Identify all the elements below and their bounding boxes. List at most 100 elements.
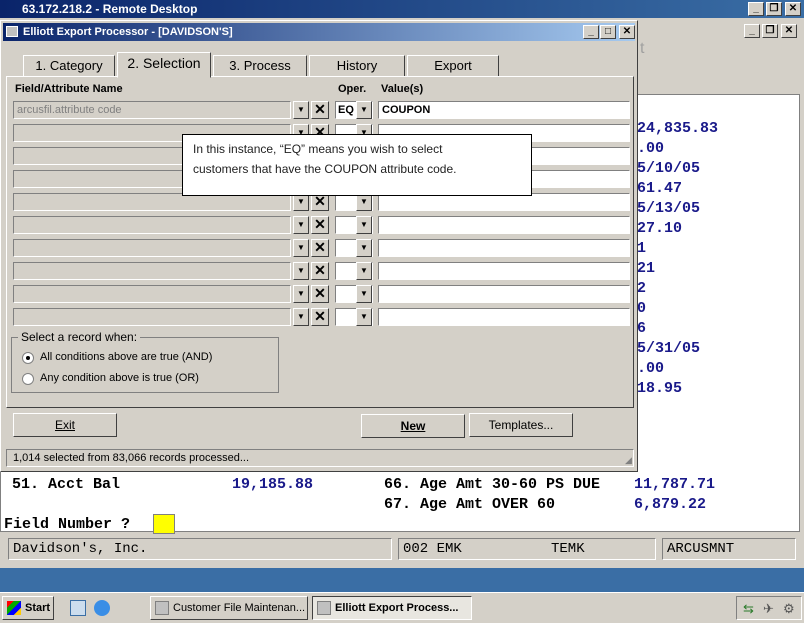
radio-or[interactable] [22,373,34,385]
field-name-input[interactable] [13,262,291,280]
col-values-header: Value(s) [381,83,424,95]
start-button[interactable]: Start [2,596,54,620]
security-icon[interactable]: ✈ [763,601,774,617]
rd-restore-button[interactable]: ❐ [766,2,782,16]
network-icon[interactable]: ⇆ [743,601,754,617]
operator-dropdown-icon[interactable]: ▼ [356,308,372,326]
new-button[interactable]: New [361,414,465,438]
operator-dropdown-icon[interactable]: ▼ [356,216,372,234]
task2-label: Elliott Export Process... [335,602,459,614]
terminal-value-line: 0 [637,300,647,317]
terminal-status-row: Davidson's, Inc. 002 EMK TEMK ARCUSMNT [0,536,804,562]
tab-export[interactable]: Export [407,55,499,77]
clear-row-icon[interactable]: ✕ [311,216,329,234]
remote-desktop-titlebar: 63.172.218.2 - Remote Desktop _ ❐ ✕ [0,0,804,18]
terminal-app-icon [155,601,169,615]
operator-value: EQ [338,104,354,116]
operator-select[interactable]: ▼ [335,285,373,303]
tab-process[interactable]: 3. Process [213,55,307,77]
value-input[interactable] [378,216,630,234]
resize-grip-icon[interactable]: ◢ [625,455,635,465]
dialog-maximize-button[interactable]: □ [600,25,616,39]
operator-dropdown-icon[interactable]: ▼ [356,101,372,119]
field-dropdown-button[interactable]: ▼ [293,216,309,234]
dialog-title: Elliott Export Processor - [DAVIDSON'S] [23,26,233,38]
terminal-value-line: 5/13/05 [637,200,701,217]
field-name-input[interactable] [13,239,291,257]
field-name-input[interactable] [13,216,291,234]
field-name-input[interactable]: arcusfil.attribute code [13,101,291,119]
tab-history[interactable]: History [309,55,405,77]
tab-category[interactable]: 1. Category [23,55,115,77]
value-input[interactable] [378,239,630,257]
rd-minimize-button[interactable]: _ [748,2,764,16]
operator-select[interactable]: ▼ [335,239,373,257]
dialog-close-button[interactable]: ✕ [619,25,635,39]
field-dropdown-button[interactable]: ▼ [293,285,309,303]
value-input[interactable] [378,262,630,280]
operator-dropdown-icon[interactable]: ▼ [356,239,372,257]
acct-bal-label: 51. Acct Bal [12,476,121,493]
terminal-value-line: 6 [637,320,647,337]
eq-explanation-callout: In this instance, “EQ” means you wish to… [182,134,532,196]
value-input[interactable] [378,285,630,303]
task-customer-file-maintenance[interactable]: Customer File Maintenan... [150,596,308,620]
field-name-input[interactable] [13,285,291,303]
status-user: TEMK [551,541,585,557]
operator-select[interactable]: ▼ [335,262,373,280]
field-name-input[interactable] [13,308,291,326]
operator-select[interactable]: EQ ▼ [335,101,373,119]
task-elliott-export-processor[interactable]: Elliott Export Process... [312,596,472,620]
term-restore-button[interactable]: ❐ [762,24,778,38]
value-input[interactable] [378,308,630,326]
acct-bal-value: 19,185.88 [232,476,314,493]
export-app-icon [317,601,331,615]
terminal-value-line: 27.10 [637,220,683,237]
windows-logo-icon [7,601,21,615]
field-dropdown-button[interactable]: ▼ [293,308,309,326]
clear-row-icon[interactable]: ✕ [311,101,329,119]
radio-and-label: All conditions above are true (AND) [40,351,213,363]
clear-row-icon[interactable]: ✕ [311,308,329,326]
status-code: 002 EMK TEMK [398,538,656,560]
internet-explorer-icon[interactable] [94,600,110,616]
field-number-input[interactable] [153,514,175,534]
callout-line-2: customers that have the COUPON attribute… [193,162,457,176]
terminal-value-line: 5/10/05 [637,160,701,177]
system-tray: ⇆ ✈ ⚙ [736,596,802,620]
radio-and[interactable] [22,352,34,364]
connection-icon[interactable]: ⚙ [783,601,795,617]
clear-row-icon[interactable]: ✕ [311,262,329,280]
terminal-value-line: 1 [637,240,647,257]
value-input[interactable]: COUPON [378,101,630,119]
terminal-value-line: .00 [637,360,665,377]
term-minimize-button[interactable]: _ [744,24,760,38]
clear-row-icon[interactable]: ✕ [311,239,329,257]
tab-selection[interactable]: 2. Selection [117,52,211,78]
app-icon [6,26,18,37]
dialog-titlebar: Elliott Export Processor - [DAVIDSON'S] … [3,23,635,41]
clear-row-icon[interactable]: ✕ [311,285,329,303]
field-dropdown-button[interactable]: ▼ [293,262,309,280]
record-condition-group: Select a record when: All conditions abo… [11,330,279,393]
field-dropdown-button[interactable]: ▼ [293,101,309,119]
remote-desktop-title: 63.172.218.2 - Remote Desktop [22,2,198,16]
operator-dropdown-icon[interactable]: ▼ [356,285,372,303]
templates-button[interactable]: Templates... [469,413,573,437]
dialog-status-bar: 1,014 selected from 83,066 records proce… [6,449,634,467]
operator-select[interactable]: ▼ [335,216,373,234]
dialog-minimize-button[interactable]: _ [583,25,599,39]
operator-dropdown-icon[interactable]: ▼ [356,262,372,280]
exit-button[interactable]: Exit [13,413,117,437]
export-processor-dialog: Elliott Export Processor - [DAVIDSON'S] … [0,20,638,472]
operator-select[interactable]: ▼ [335,308,373,326]
callout-line-1: In this instance, “EQ” means you wish to… [193,142,443,156]
show-desktop-icon[interactable] [70,600,86,616]
age-amt-30-60-value: 11,787.71 [634,476,716,493]
terminal-value-line: .00 [637,140,665,157]
terminal-value-line: 2 [637,280,647,297]
radio-or-label: Any condition above is true (OR) [40,372,199,384]
term-close-button[interactable]: ✕ [781,24,797,38]
field-dropdown-button[interactable]: ▼ [293,239,309,257]
rd-close-button[interactable]: ✕ [785,2,801,16]
